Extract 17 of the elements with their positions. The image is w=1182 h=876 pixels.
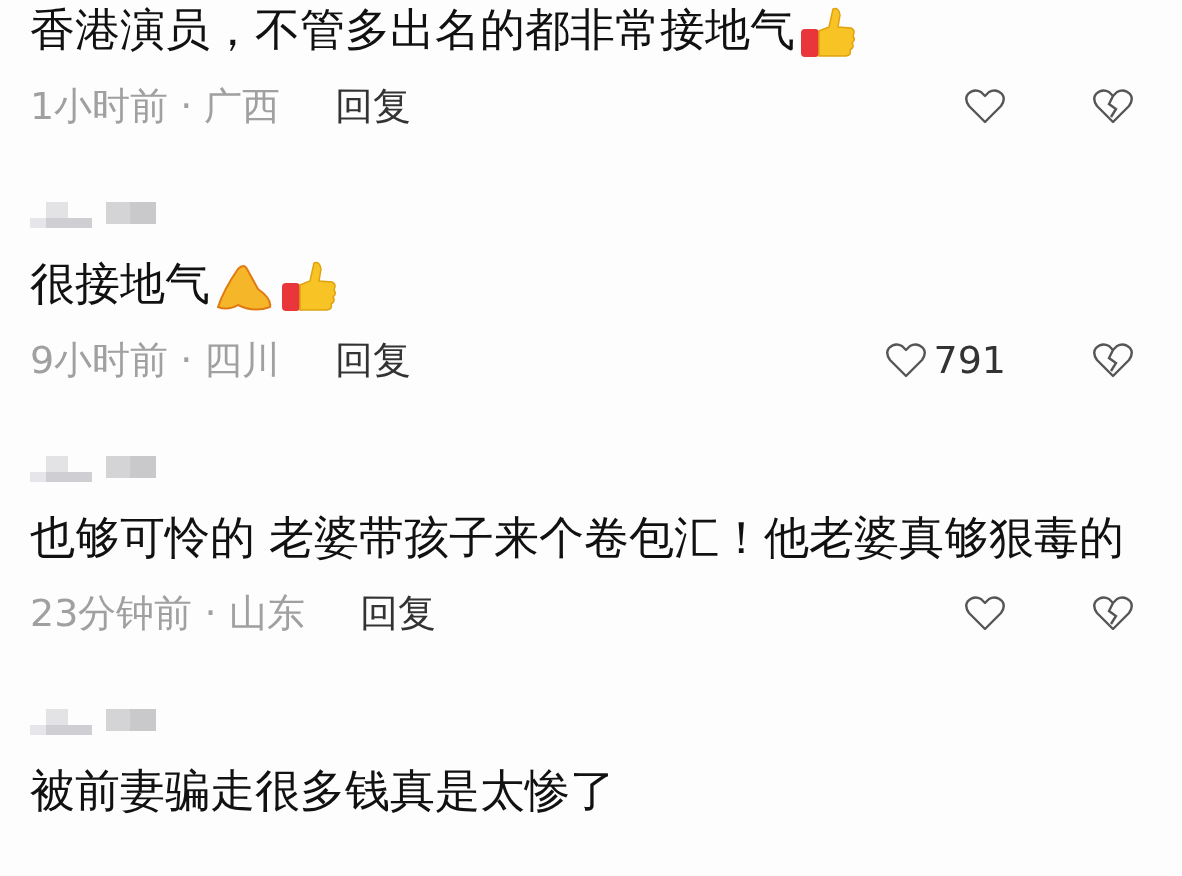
comment-time-location: 1小时前 · 广西: [30, 82, 281, 130]
heart-icon[interactable]: [964, 87, 1006, 125]
like-count: 791: [933, 336, 1006, 384]
comment-text: 也够可怜的 老婆带孩子来个卷包汇！他老婆真够狠毒的: [30, 511, 1125, 564]
reply-button[interactable]: 回复: [335, 331, 412, 389]
comment-text: 被前妻骗走很多钱真是太惨了: [30, 764, 615, 817]
broken-heart-icon[interactable]: [1092, 87, 1134, 125]
comment-time-location: 9小时前 · 四川: [30, 336, 281, 384]
comment-text: 香港演员，不管多出名的都非常接地气: [30, 3, 795, 56]
reply-button[interactable]: 回复: [359, 584, 436, 642]
comment-time-location: 23分钟前 · 山东: [30, 589, 305, 637]
broken-heart-icon[interactable]: [1092, 341, 1134, 379]
comment-text: 很接地气: [30, 257, 210, 310]
reply-button[interactable]: 回复: [335, 77, 412, 135]
heart-icon[interactable]: [885, 341, 928, 379]
heart-icon[interactable]: [964, 594, 1006, 632]
broken-heart-icon[interactable]: [1092, 594, 1134, 632]
